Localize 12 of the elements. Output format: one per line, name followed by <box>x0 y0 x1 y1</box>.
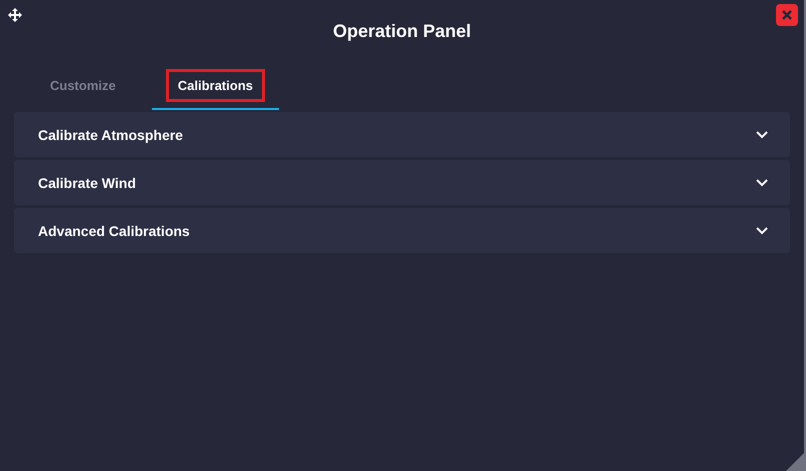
accordion-header[interactable]: Advanced Calibrations <box>14 208 790 253</box>
close-button[interactable] <box>776 4 798 26</box>
accordion-header[interactable]: Calibrate Wind <box>14 160 790 205</box>
chevron-icon <box>756 178 768 186</box>
tab[interactable]: Customize <box>24 62 142 110</box>
chevron-icon <box>756 130 768 138</box>
chevron-icon <box>756 226 768 234</box>
accordion-header[interactable]: Calibrate Atmosphere <box>14 112 790 157</box>
close-icon <box>781 9 793 21</box>
move-icon[interactable] <box>8 8 22 22</box>
window-title: Operation Panel <box>332 20 472 42</box>
resize-handle[interactable] <box>786 453 804 471</box>
